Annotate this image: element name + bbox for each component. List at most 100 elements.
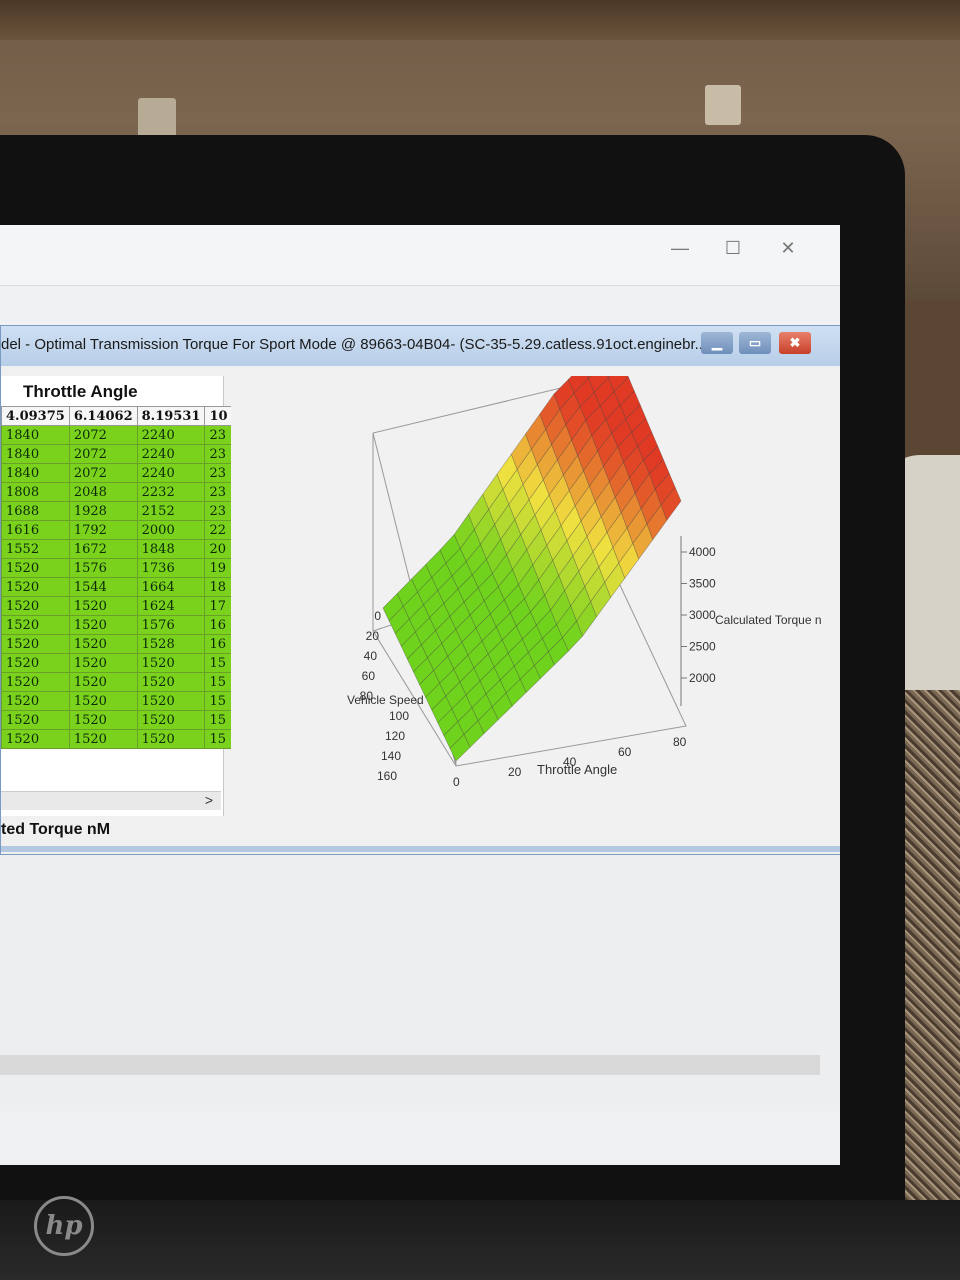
table-cell[interactable]: 1520 — [1, 653, 70, 673]
table-cell[interactable]: 1792 — [68, 520, 138, 540]
table-cell[interactable]: 1520 — [68, 672, 138, 692]
map-close-button[interactable]: ✖ — [779, 332, 811, 354]
table-cell[interactable]: 2072 — [68, 425, 138, 445]
table-cell[interactable]: 2072 — [68, 444, 138, 464]
table-cell[interactable]: 1840 — [1, 425, 70, 445]
table-cell[interactable]: 23 — [204, 482, 233, 502]
table-cell[interactable]: 2232 — [136, 482, 206, 502]
y-tick-label: 160 — [377, 769, 397, 783]
table-cell[interactable]: 1552 — [1, 539, 70, 559]
x-tick-label: 20 — [508, 765, 522, 779]
table-cell[interactable]: 1520 — [1, 634, 70, 654]
table-cell[interactable]: 1520 — [1, 558, 70, 578]
table-row: 1520 1520 1528 16 — [1, 634, 233, 654]
table-cell[interactable]: 19 — [204, 558, 233, 578]
column-header[interactable]: 10 — [204, 406, 233, 426]
table-cell[interactable]: 1520 — [1, 691, 70, 711]
table-row: 1808 2048 2232 23 — [1, 482, 233, 502]
table-cell[interactable]: 2048 — [68, 482, 138, 502]
table-cell[interactable]: 23 — [204, 444, 233, 464]
table-cell[interactable]: 18 — [204, 577, 233, 597]
table-cell[interactable]: 1624 — [136, 596, 206, 616]
table-cell[interactable]: 1840 — [1, 463, 70, 483]
map-window-titlebar: del - Optimal Transmission Torque For Sp… — [1, 326, 840, 366]
table-cell[interactable]: 1616 — [1, 520, 70, 540]
background-shelf — [0, 0, 960, 40]
table-cell[interactable]: 1808 — [1, 482, 70, 502]
table-pane: Throttle Angle 4.09375 6.14062 8.19531 10 18… — [1, 376, 233, 838]
outer-close-button[interactable]: ✕ — [773, 233, 803, 263]
table-cell[interactable]: 1736 — [136, 558, 206, 578]
torque-table[interactable]: 4.09375 6.14062 8.19531 10 1840 2072 2240 23 184… — [1, 406, 233, 749]
table-row: 1840 2072 2240 23 — [1, 444, 233, 464]
bottom-scrollbar[interactable] — [0, 1055, 820, 1075]
table-cell[interactable]: 16 — [204, 615, 233, 635]
table-cell[interactable]: 1520 — [1, 577, 70, 597]
table-cell[interactable]: 1520 — [68, 596, 138, 616]
table-cell[interactable]: 15 — [204, 691, 233, 711]
column-header[interactable]: 4.09375 — [1, 406, 70, 426]
map-maximize-button[interactable]: ▭ — [739, 332, 771, 354]
map-minimize-button[interactable]: ▁ — [701, 332, 733, 354]
table-cell[interactable]: 23 — [204, 501, 233, 521]
table-cell[interactable]: 1576 — [68, 558, 138, 578]
table-cell[interactable]: 15 — [204, 653, 233, 673]
table-cell[interactable]: 1520 — [136, 653, 206, 673]
table-cell[interactable]: 23 — [204, 425, 233, 445]
scroll-right-icon[interactable]: > — [205, 792, 213, 808]
table-horizontal-scrollbar[interactable]: > — [1, 791, 221, 810]
outer-minimize-button[interactable]: — — [665, 233, 695, 263]
table-cell[interactable]: 1520 — [1, 596, 70, 616]
table-cell[interactable]: 1520 — [68, 691, 138, 711]
table-cell[interactable]: 1520 — [68, 729, 138, 749]
table-cell[interactable]: 2072 — [68, 463, 138, 483]
x-tick-label: 80 — [673, 735, 687, 749]
table-cell[interactable]: 1840 — [1, 444, 70, 464]
table-row: 1520 1576 1736 19 — [1, 558, 233, 578]
table-row: 1840 2072 2240 23 — [1, 425, 233, 445]
table-cell[interactable]: 17 — [204, 596, 233, 616]
surface-chart[interactable]: 20002500300035004000 Calculated Torque n… — [231, 335, 840, 816]
surface-chart-pane[interactable]: 2000 2500 3000 3500 4000 Calculated Torque n… — [231, 335, 840, 816]
table-cell[interactable]: 15 — [204, 710, 233, 730]
table-cell[interactable]: 1520 — [68, 634, 138, 654]
map-window-title: del - Optimal Transmission Torque For Sp… — [1, 336, 708, 353]
map-window: del - Optimal Transmission Torque For Sp… — [0, 325, 840, 855]
table-cell[interactable]: 1544 — [68, 577, 138, 597]
table-cell[interactable]: 1664 — [136, 577, 206, 597]
column-header[interactable]: 8.19531 — [136, 406, 206, 426]
pane-splitter[interactable] — [1, 846, 840, 852]
table-cell[interactable]: 2240 — [136, 444, 206, 464]
table-cell[interactable]: 15 — [204, 672, 233, 692]
table-cell[interactable]: 1528 — [136, 634, 206, 654]
table-cell[interactable]: 1520 — [136, 691, 206, 711]
table-cell[interactable]: 20 — [204, 539, 233, 559]
table-cell[interactable]: 2000 — [136, 520, 206, 540]
table-cell[interactable]: 1520 — [1, 615, 70, 635]
table-cell[interactable]: 2152 — [136, 501, 206, 521]
table-cell[interactable]: 2240 — [136, 463, 206, 483]
table-cell[interactable]: 1928 — [68, 501, 138, 521]
z-tick-label: 2000 — [689, 671, 716, 685]
table-cell[interactable]: 16 — [204, 634, 233, 654]
table-cell[interactable]: 1520 — [68, 710, 138, 730]
table-cell[interactable]: 23 — [204, 463, 233, 483]
table-cell[interactable]: 1520 — [68, 615, 138, 635]
column-header[interactable]: 6.14062 — [68, 406, 138, 426]
outer-maximize-button[interactable]: ☐ — [718, 233, 748, 263]
table-cell[interactable]: 1672 — [68, 539, 138, 559]
table-cell[interactable]: 1848 — [136, 539, 206, 559]
table-cell[interactable]: 1576 — [136, 615, 206, 635]
table-cell[interactable]: 1520 — [136, 729, 206, 749]
table-cell[interactable]: 1520 — [1, 710, 70, 730]
table-cell[interactable]: 1688 — [1, 501, 70, 521]
table-row: 1520 1520 1520 15 — [1, 710, 233, 730]
table-cell[interactable]: 1520 — [136, 710, 206, 730]
table-cell[interactable]: 1520 — [1, 672, 70, 692]
table-cell[interactable]: 2240 — [136, 425, 206, 445]
table-cell[interactable]: 1520 — [1, 729, 70, 749]
table-cell[interactable]: 1520 — [68, 653, 138, 673]
table-cell[interactable]: 15 — [204, 729, 233, 749]
table-cell[interactable]: 1520 — [136, 672, 206, 692]
table-cell[interactable]: 22 — [204, 520, 233, 540]
